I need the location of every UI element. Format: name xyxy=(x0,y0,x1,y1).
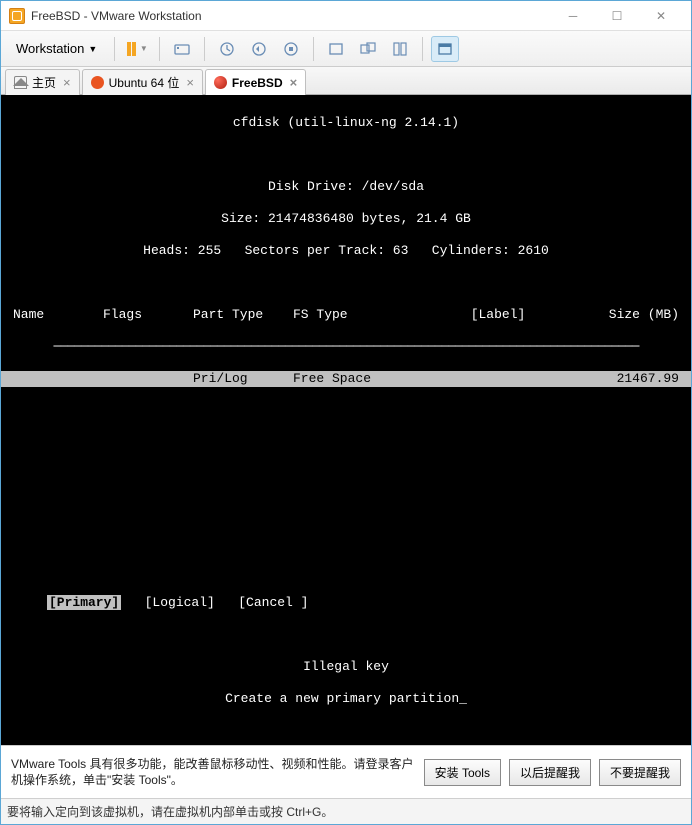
thumbnail-view-button[interactable] xyxy=(431,36,459,62)
titlebar: FreeBSD - VMware Workstation ─ ☐ ✕ xyxy=(1,1,691,31)
send-ctrl-alt-del-button[interactable] xyxy=(168,36,196,62)
never-remind-button[interactable]: 不要提醒我 xyxy=(599,759,681,786)
fullscreen-button[interactable] xyxy=(322,36,350,62)
snapshot-manager-button[interactable] xyxy=(277,36,305,62)
cmd-cancel[interactable]: [Cancel ] xyxy=(238,595,308,610)
close-button[interactable]: ✕ xyxy=(639,2,683,30)
cmd-logical[interactable]: [Logical] xyxy=(145,595,215,610)
close-icon[interactable]: × xyxy=(63,75,71,90)
close-icon[interactable]: × xyxy=(290,75,298,90)
divider xyxy=(114,37,115,61)
disk-drive-line: Disk Drive: /dev/sda xyxy=(1,179,691,195)
warning-line: Illegal key xyxy=(1,659,691,675)
tab-freebsd[interactable]: FreeBSD × xyxy=(205,69,306,95)
divider xyxy=(204,37,205,61)
pause-button[interactable]: ▼ xyxy=(123,36,151,62)
home-icon xyxy=(14,76,27,89)
close-icon[interactable]: × xyxy=(186,75,194,90)
app-icon xyxy=(9,8,25,24)
command-row: [Primary] [Logical] [Cancel ] xyxy=(1,595,691,611)
install-tools-button[interactable]: 安装 Tools xyxy=(424,759,501,786)
divider xyxy=(159,37,160,61)
window-title: FreeBSD - VMware Workstation xyxy=(31,9,202,23)
remind-later-button[interactable]: 以后提醒我 xyxy=(509,759,591,786)
status-text: 要将输入定向到该虚拟机，请在虚拟机内部单击或按 Ctrl+G。 xyxy=(7,803,333,820)
toolbar: Workstation ▼ ▼ xyxy=(1,31,691,67)
partition-row-selected: Pri/LogFree Space21467.99 xyxy=(1,371,691,387)
rule: ────────────────────────────────────────… xyxy=(1,339,691,355)
cmd-primary[interactable]: [Primary] xyxy=(47,595,121,610)
disk-size-line: Size: 21474836480 bytes, 21.4 GB xyxy=(1,211,691,227)
vmware-tools-bar: VMware Tools 具有很多功能，能改善鼠标移动性、视频和性能。请登录客户… xyxy=(1,745,691,798)
hint-line: Create a new primary partition_ xyxy=(1,691,691,707)
unity-button[interactable] xyxy=(354,36,382,62)
statusbar: 要将输入定向到该虚拟机，请在虚拟机内部单击或按 Ctrl+G。 xyxy=(1,798,691,824)
workstation-menu-label: Workstation xyxy=(16,41,84,56)
freebsd-icon xyxy=(214,76,227,89)
tab-label: Ubuntu 64 位 xyxy=(109,74,180,91)
tab-ubuntu[interactable]: Ubuntu 64 位 × xyxy=(82,69,203,95)
divider xyxy=(313,37,314,61)
minimize-button[interactable]: ─ xyxy=(551,2,595,30)
ubuntu-icon xyxy=(91,76,104,89)
chevron-down-icon: ▼ xyxy=(140,44,148,53)
tab-home[interactable]: 主页 × xyxy=(5,69,80,95)
snapshot-button[interactable] xyxy=(213,36,241,62)
console-view-button[interactable] xyxy=(386,36,414,62)
workstation-menu[interactable]: Workstation ▼ xyxy=(7,36,106,61)
disk-geometry-line: Heads: 255 Sectors per Track: 63 Cylinde… xyxy=(1,243,691,259)
tools-message: VMware Tools 具有很多功能，能改善鼠标移动性、视频和性能。请登录客户… xyxy=(11,756,416,788)
divider xyxy=(422,37,423,61)
tab-label: FreeBSD xyxy=(232,76,283,90)
snapshot-revert-button[interactable] xyxy=(245,36,273,62)
maximize-button[interactable]: ☐ xyxy=(595,2,639,30)
cfdisk-title: cfdisk (util-linux-ng 2.14.1) xyxy=(1,115,691,131)
chevron-down-icon: ▼ xyxy=(88,44,97,54)
vm-console[interactable]: cfdisk (util-linux-ng 2.14.1) Disk Drive… xyxy=(1,95,691,745)
table-header: NameFlagsPart TypeFS Type[Label]Size (MB… xyxy=(1,307,691,323)
tabbar: 主页 × Ubuntu 64 位 × FreeBSD × xyxy=(1,67,691,95)
tab-label: 主页 xyxy=(32,74,56,91)
